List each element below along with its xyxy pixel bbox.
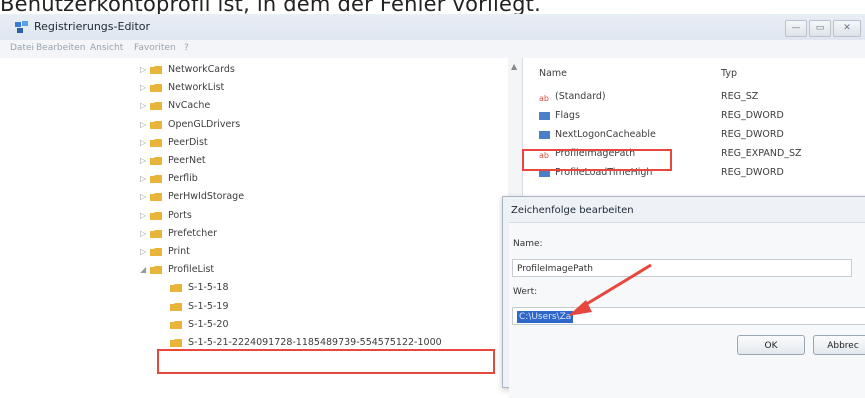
expand-arrow-icon[interactable]: ▷ — [140, 65, 146, 74]
binary-value-icon — [539, 112, 550, 120]
tree-item-label: Prefetcher — [168, 227, 218, 239]
dialog-title: Zeichenfolge bearbeiten — [511, 205, 634, 216]
folder-icon — [150, 175, 162, 184]
value-row[interactable]: NextLogonCacheable REG_DWORD — [539, 128, 859, 144]
cancel-button[interactable]: Abbrec — [813, 335, 865, 355]
value-type: REG_EXPAND_SZ — [721, 148, 802, 159]
value-row[interactable]: ab (Standard) REG_SZ — [539, 90, 859, 106]
registry-editor-icon — [15, 21, 28, 33]
highlight-profileimagepath — [522, 149, 672, 171]
folder-icon — [150, 138, 162, 147]
expand-arrow-icon[interactable]: ▷ — [140, 192, 146, 201]
expand-arrow-icon[interactable]: ▷ — [140, 138, 146, 147]
string-value-icon: ab — [539, 94, 549, 102]
ok-button[interactable]: OK — [737, 335, 805, 355]
tree-item-label: OpenGLDrivers — [168, 118, 241, 130]
expand-arrow-icon[interactable]: ▷ — [140, 101, 146, 110]
value-name: (Standard) — [555, 91, 606, 102]
value-type: REG_DWORD — [721, 110, 784, 121]
edit-string-dialog: Zeichenfolge bearbeiten Name: ProfileIma… — [502, 196, 865, 398]
value-field-selection: C:\Users\Za — [517, 311, 574, 323]
folder-icon — [150, 84, 162, 93]
title-bar: Registrierungs-Editor — ▭ ✕ — [0, 14, 865, 41]
menu-bearbeiten[interactable]: Bearbeiten — [36, 43, 85, 53]
expand-arrow-icon[interactable]: ▷ — [140, 120, 146, 129]
tree-item-label: NetworkCards — [168, 64, 235, 75]
folder-icon — [150, 120, 162, 129]
value-type: REG_DWORD — [721, 167, 784, 178]
tree-item-label: PeerDist — [168, 136, 208, 148]
expand-arrow-icon[interactable]: ▷ — [140, 83, 146, 92]
tree-item-label: PerHwIdStorage — [168, 191, 245, 203]
expand-arrow-icon[interactable]: ▷ — [140, 247, 146, 256]
name-field-value: ProfileImagePath — [517, 264, 593, 274]
tree-item-label: ProfileList — [168, 264, 215, 276]
expand-arrow-icon[interactable]: ▷ — [140, 229, 146, 238]
caption-text: Benutzerkontoprofil ist, in dem der Fehl… — [0, 0, 541, 14]
scroll-up-icon[interactable]: ▲ — [511, 62, 517, 71]
expanded-arrow-icon[interactable]: ◢ — [140, 265, 146, 274]
column-header-name[interactable]: Name — [539, 68, 567, 79]
folder-icon — [150, 229, 162, 238]
tree-item-label: NetworkList — [168, 82, 225, 94]
folder-icon — [150, 193, 162, 202]
value-type: REG_DWORD — [721, 129, 784, 140]
binary-value-icon — [539, 131, 550, 139]
name-field[interactable]: ProfileImagePath — [512, 259, 852, 277]
value-row[interactable]: Flags REG_DWORD — [539, 109, 859, 125]
value-field[interactable]: C:\Users\Za — [512, 307, 865, 325]
tree-item-label: S-1-5-18 — [188, 282, 229, 294]
value-label: Wert: — [513, 287, 538, 297]
close-icon[interactable]: ✕ — [833, 20, 861, 37]
menu-datei[interactable]: Datei — [10, 43, 34, 53]
column-header-type[interactable]: Typ — [721, 68, 737, 79]
maximize-icon[interactable]: ▭ — [809, 20, 831, 37]
tree-item-label: NvCache — [168, 100, 211, 112]
folder-icon — [170, 302, 182, 311]
tree-item-label: Perflib — [168, 173, 198, 185]
folder-icon — [170, 284, 182, 293]
folder-icon — [150, 266, 162, 275]
name-label: Name: — [513, 239, 543, 249]
menu-favoriten[interactable]: Favoriten — [134, 43, 176, 53]
folder-icon — [170, 339, 182, 347]
tree-item-label: Print — [168, 246, 190, 257]
menu-bar: Datei Bearbeiten Ansicht Favoriten ? — [0, 40, 865, 59]
menu-ansicht[interactable]: Ansicht — [90, 43, 123, 53]
value-name: Flags — [555, 110, 580, 121]
expand-arrow-icon[interactable]: ▷ — [140, 156, 146, 165]
folder-icon — [150, 211, 162, 220]
registry-tree: ▷ NetworkCards ▷ NetworkList ▷ NvCache ▷ OpenGL… — [0, 58, 523, 372]
folder-icon — [150, 102, 162, 111]
window-title: Registrierungs-Editor — [34, 20, 151, 33]
svg-text:ab: ab — [539, 94, 549, 102]
tree-item-label: S-1-5-19 — [188, 300, 229, 312]
folder-icon — [170, 320, 182, 329]
menu-help[interactable]: ? — [184, 43, 189, 53]
folder-icon — [150, 157, 162, 165]
highlight-user-profile-key — [157, 349, 495, 374]
tree-item-label: PeerNet — [168, 155, 206, 166]
value-type: REG_SZ — [721, 91, 759, 102]
expand-arrow-icon[interactable]: ▷ — [140, 174, 146, 183]
tree-item-label: S-1-5-21-2224091728-1185489739-554575122… — [188, 337, 442, 348]
folder-icon — [150, 66, 162, 74]
folder-icon — [150, 248, 162, 256]
tree-item-label: S-1-5-20 — [188, 318, 229, 330]
expand-arrow-icon[interactable]: ▷ — [140, 211, 146, 220]
tree-item-label: Ports — [168, 209, 192, 221]
value-name: NextLogonCacheable — [555, 129, 656, 140]
minimize-icon[interactable]: — — [785, 20, 807, 37]
